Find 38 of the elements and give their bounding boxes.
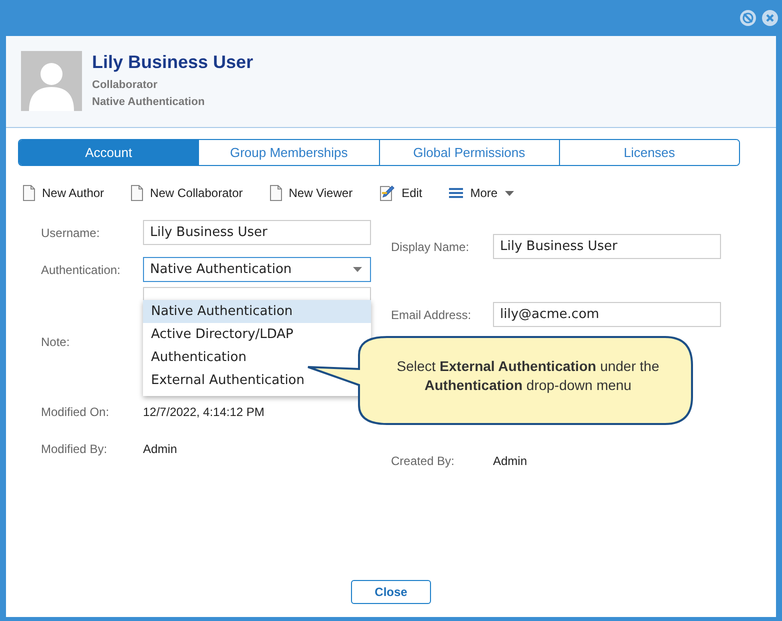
toolbar-button[interactable]: More: [449, 186, 514, 200]
field-value: 12/7/2022, 4:14:12 PM: [143, 405, 264, 419]
text-field[interactable]: lily@acme.com: [493, 302, 721, 327]
field-label: Authentication:: [41, 262, 122, 276]
field-label: Email Address:: [391, 308, 472, 322]
field-value: Admin: [493, 454, 528, 468]
document-icon: [270, 185, 282, 201]
text-field[interactable]: Lily Business User: [143, 220, 371, 245]
caret-icon: [504, 190, 514, 196]
field-value: Admin: [143, 442, 178, 456]
avatar-icon: [21, 51, 82, 111]
tab[interactable]: Licenses: [558, 140, 739, 165]
caret-icon: [353, 267, 362, 272]
toolbar-button[interactable]: Edit: [380, 185, 422, 201]
toolbar-button[interactable]: New Author: [23, 185, 104, 201]
toolbar-button[interactable]: New Collaborator: [131, 185, 243, 201]
close-button[interactable]: Close: [351, 580, 431, 604]
dropdown-field[interactable]: Native Authentication: [143, 257, 371, 282]
callout-text: Select External Authentication under the Authentication drop-down menu: [396, 357, 660, 395]
field-label: Note:: [41, 335, 71, 349]
user-role: Collaborator: [92, 79, 158, 91]
menu-icon: [449, 187, 464, 199]
close-icon[interactable]: [762, 10, 778, 26]
toolbar-button[interactable]: New Viewer: [270, 185, 353, 201]
field-label: Username:: [41, 226, 101, 240]
field-label: Created By:: [391, 454, 456, 468]
document-icon: [23, 185, 35, 201]
field-label: Modified By:: [41, 442, 108, 456]
field-label: Modified On:: [41, 405, 110, 419]
document-icon: [131, 185, 144, 201]
field-label: Display Name:: [391, 240, 470, 254]
user-name: Lily Business User: [92, 52, 254, 73]
minimize-icon[interactable]: [740, 10, 756, 26]
user-authentication: Native Authentication: [92, 96, 206, 108]
text-field[interactable]: Lily Business User: [493, 234, 721, 259]
edit-icon: [380, 185, 395, 201]
tab[interactable]: Account: [19, 140, 198, 165]
menu-item[interactable]: Native Authentication: [143, 300, 371, 323]
